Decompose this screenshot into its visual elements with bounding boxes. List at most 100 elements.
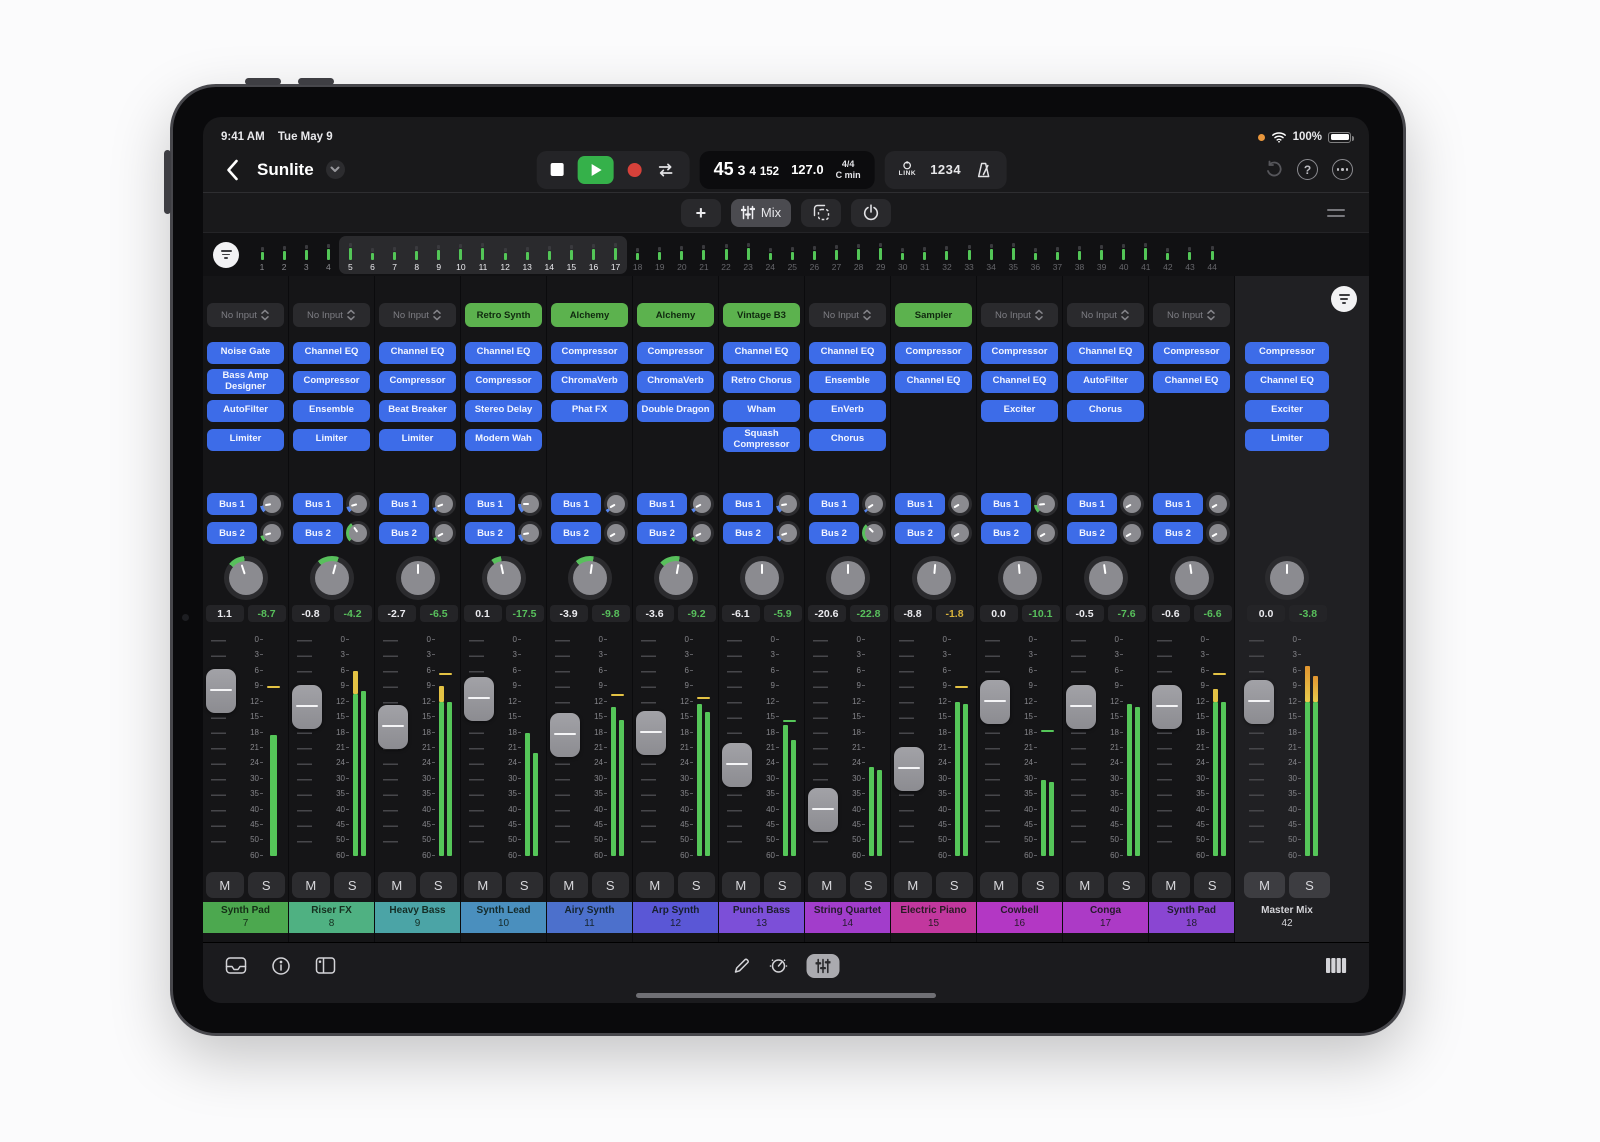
- ruler-channel[interactable]: 24: [759, 236, 781, 274]
- mute-button[interactable]: M: [808, 872, 846, 898]
- send-knob[interactable]: [604, 521, 628, 545]
- send-knob[interactable]: [260, 521, 284, 545]
- pan-knob[interactable]: [998, 556, 1042, 600]
- plugin-slot[interactable]: Channel EQ: [1245, 371, 1329, 393]
- send-knob[interactable]: [948, 521, 972, 545]
- ruler-channel[interactable]: 39: [1091, 236, 1113, 274]
- project-menu-button[interactable]: [326, 160, 345, 179]
- plugin-slot[interactable]: Channel EQ: [723, 342, 800, 364]
- send-knob[interactable]: [432, 521, 456, 545]
- send-bus-button[interactable]: Bus 1: [1153, 493, 1203, 515]
- plugin-slot[interactable]: Channel EQ: [1153, 371, 1230, 393]
- help-button[interactable]: ?: [1297, 159, 1318, 180]
- plugin-slot[interactable]: Channel EQ: [465, 342, 542, 364]
- send-bus-button[interactable]: Bus 1: [465, 493, 515, 515]
- ruler-channel[interactable]: 2: [273, 236, 295, 274]
- ruler-channel[interactable]: 20: [671, 236, 693, 274]
- peak-value[interactable]: -8.7: [248, 605, 286, 622]
- send-bus-button[interactable]: Bus 2: [293, 522, 343, 544]
- send-bus-button[interactable]: Bus 1: [293, 493, 343, 515]
- send-bus-button[interactable]: Bus 1: [809, 493, 859, 515]
- plugin-slot[interactable]: Channel EQ: [895, 371, 972, 393]
- peak-value[interactable]: -9.2: [678, 605, 716, 622]
- pan-knob[interactable]: [654, 556, 698, 600]
- send-knob[interactable]: [346, 521, 370, 545]
- input-slot[interactable]: No Input: [379, 303, 456, 327]
- plugin-slot[interactable]: Limiter: [379, 429, 456, 451]
- peak-value[interactable]: -10.1: [1022, 605, 1060, 622]
- back-button[interactable]: [219, 155, 245, 185]
- ruler-channel[interactable]: 31: [914, 236, 936, 274]
- plugin-slot[interactable]: AutoFilter: [1067, 371, 1144, 393]
- volume-value[interactable]: 0.0: [1247, 605, 1285, 622]
- send-bus-button[interactable]: Bus 2: [1153, 522, 1203, 544]
- plugin-slot[interactable]: Stereo Delay: [465, 400, 542, 422]
- plugin-slot[interactable]: Wham: [723, 400, 800, 422]
- ruler-channel[interactable]: 36: [1024, 236, 1046, 274]
- mute-button[interactable]: M: [636, 872, 674, 898]
- send-bus-button[interactable]: Bus 1: [551, 493, 601, 515]
- send-bus-button[interactable]: Bus 1: [1067, 493, 1117, 515]
- pan-knob[interactable]: [1170, 556, 1214, 600]
- solo-button[interactable]: S: [936, 872, 974, 898]
- input-slot[interactable]: Sampler: [895, 303, 972, 327]
- send-knob[interactable]: [948, 492, 972, 516]
- mute-button[interactable]: M: [378, 872, 416, 898]
- mute-button[interactable]: M: [292, 872, 330, 898]
- solo-button[interactable]: S: [334, 872, 372, 898]
- plugin-slot[interactable]: Compressor: [293, 371, 370, 393]
- input-slot[interactable]: No Input: [293, 303, 370, 327]
- plugin-slot[interactable]: ChromaVerb: [637, 371, 714, 393]
- plugin-slot[interactable]: Compressor: [465, 371, 542, 393]
- plugin-slot[interactable]: Ensemble: [293, 400, 370, 422]
- fader-handle[interactable]: [808, 788, 838, 832]
- input-slot[interactable]: No Input: [1067, 303, 1144, 327]
- pan-knob[interactable]: [740, 556, 784, 600]
- plugin-slot[interactable]: Limiter: [293, 429, 370, 451]
- plugin-slot[interactable]: Modern Wah: [465, 429, 542, 451]
- pan-knob[interactable]: [310, 556, 354, 600]
- ruler-channel[interactable]: 18: [627, 236, 649, 274]
- ruler-channel[interactable]: 16: [582, 236, 604, 274]
- fader-handle[interactable]: [378, 705, 408, 749]
- ruler-channel[interactable]: 7: [384, 236, 406, 274]
- mute-button[interactable]: M: [980, 872, 1018, 898]
- peak-value[interactable]: -7.6: [1108, 605, 1146, 622]
- plugin-slot[interactable]: ChromaVerb: [551, 371, 628, 393]
- volume-value[interactable]: -6.1: [722, 605, 760, 622]
- send-knob[interactable]: [1206, 521, 1230, 545]
- send-bus-button[interactable]: Bus 2: [1067, 522, 1117, 544]
- input-slot[interactable]: No Input: [981, 303, 1058, 327]
- plugin-slot[interactable]: Compressor: [379, 371, 456, 393]
- fader-handle[interactable]: [894, 747, 924, 791]
- send-knob[interactable]: [862, 521, 886, 545]
- pan-knob[interactable]: [224, 556, 268, 600]
- pan-knob[interactable]: [912, 556, 956, 600]
- mute-button[interactable]: M: [464, 872, 502, 898]
- pan-knob[interactable]: [482, 556, 526, 600]
- fader-handle[interactable]: [464, 677, 494, 721]
- solo-button[interactable]: S: [1289, 872, 1330, 898]
- send-knob[interactable]: [1034, 521, 1058, 545]
- ruler-channel[interactable]: 13: [516, 236, 538, 274]
- volume-value[interactable]: -8.8: [894, 605, 932, 622]
- send-knob[interactable]: [1120, 521, 1144, 545]
- home-indicator[interactable]: [636, 993, 936, 998]
- track-label[interactable]: Airy Synth 11: [547, 902, 632, 933]
- ruler-channel[interactable]: 1: [251, 236, 273, 274]
- fader-handle[interactable]: [722, 743, 752, 787]
- ruler-channel[interactable]: 11: [472, 236, 494, 274]
- count-in-button[interactable]: 1234: [930, 162, 961, 177]
- send-knob[interactable]: [260, 492, 284, 516]
- link-button[interactable]: LINK: [899, 161, 917, 178]
- send-bus-button[interactable]: Bus 1: [723, 493, 773, 515]
- ruler-channel[interactable]: 40: [1113, 236, 1135, 274]
- fader-handle[interactable]: [292, 685, 322, 729]
- track-label[interactable]: Synth Pad 18: [1149, 902, 1234, 933]
- plugin-slot[interactable]: Compressor: [1153, 342, 1230, 364]
- send-knob[interactable]: [862, 492, 886, 516]
- send-bus-button[interactable]: Bus 2: [895, 522, 945, 544]
- duplicate-button[interactable]: [801, 199, 841, 227]
- send-bus-button[interactable]: Bus 1: [637, 493, 687, 515]
- solo-button[interactable]: S: [506, 872, 544, 898]
